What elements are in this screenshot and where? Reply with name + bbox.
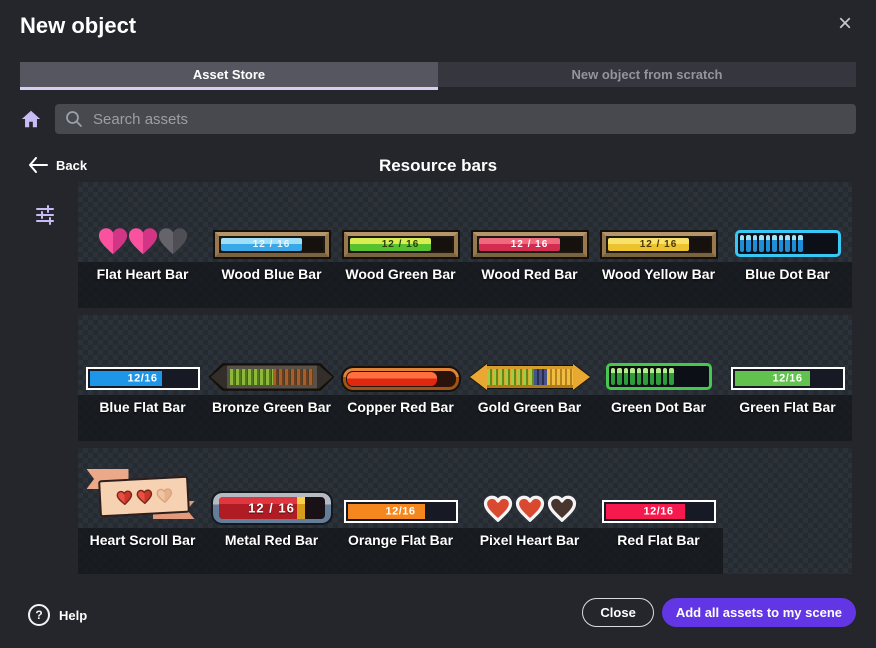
asset-tile-label: Flat Heart Bar <box>78 262 207 308</box>
asset-tile-gold-green-bar[interactable]: Gold Green Bar <box>465 315 594 441</box>
help-label: Help <box>59 608 87 623</box>
asset-tile-label: Heart Scroll Bar <box>78 528 207 574</box>
tab-asset-store[interactable]: Asset Store <box>20 62 438 87</box>
close-icon[interactable]: × <box>838 12 852 36</box>
asset-thumbnail: 12/16 <box>78 315 207 395</box>
asset-thumbnail: 12 / 16 <box>207 182 336 262</box>
asset-thumbnail <box>465 448 594 528</box>
asset-tile-label: Metal Red Bar <box>207 528 336 574</box>
back-label: Back <box>56 158 87 173</box>
asset-tile-label: Wood Red Bar <box>465 262 594 308</box>
asset-tile-label: Gold Green Bar <box>465 395 594 441</box>
asset-tile-orange-flat-bar[interactable]: 12/16Orange Flat Bar <box>336 448 465 574</box>
asset-tile-label: Wood Blue Bar <box>207 262 336 308</box>
asset-thumbnail: 12 / 16 <box>594 182 723 262</box>
filter-tune-icon <box>33 203 57 227</box>
asset-thumbnail <box>78 448 207 528</box>
asset-thumbnail: 12 / 16 <box>465 182 594 262</box>
back-arrow-icon <box>28 157 48 173</box>
footer-buttons: Close Add all assets to my scene <box>582 598 856 627</box>
asset-tile-heart-scroll-bar[interactable]: Heart Scroll Bar <box>78 448 207 574</box>
search-input[interactable] <box>55 111 856 128</box>
asset-tile-wood-red-bar[interactable]: 12 / 16Wood Red Bar <box>465 182 594 308</box>
asset-tile-label: Red Flat Bar <box>594 528 723 574</box>
asset-tile-wood-green-bar[interactable]: 12 / 16Wood Green Bar <box>336 182 465 308</box>
back-button[interactable]: Back <box>28 157 87 173</box>
help-button[interactable]: ? Help <box>28 604 87 626</box>
home-icon <box>20 108 42 130</box>
dialog-title: New object <box>20 13 136 39</box>
new-object-dialog: New object × Asset Store New object from… <box>0 0 876 648</box>
asset-thumbnail <box>78 182 207 262</box>
asset-tile-label: Copper Red Bar <box>336 395 465 441</box>
help-icon: ? <box>28 604 50 626</box>
asset-thumbnail: 12 / 16 <box>336 182 465 262</box>
asset-tile-pixel-heart-bar[interactable]: Pixel Heart Bar <box>465 448 594 574</box>
asset-tile-label: Green Dot Bar <box>594 395 723 441</box>
asset-tile-label: Green Flat Bar <box>723 395 852 441</box>
asset-grid: Flat Heart Bar12 / 16Wood Blue Bar12 / 1… <box>78 182 852 581</box>
asset-row: Heart Scroll Bar12 / 16Metal Red Bar12/1… <box>78 448 852 574</box>
asset-thumbnail: 12/16 <box>723 315 852 395</box>
asset-thumbnail: 12/16 <box>594 448 723 528</box>
asset-tile-label: Bronze Green Bar <box>207 395 336 441</box>
search-row <box>20 104 856 134</box>
tab-bar: Asset Store New object from scratch <box>20 62 856 87</box>
asset-tile-red-flat-bar[interactable]: 12/16Red Flat Bar <box>594 448 723 574</box>
tab-new-object-from-scratch[interactable]: New object from scratch <box>438 62 856 87</box>
asset-thumbnail <box>465 315 594 395</box>
asset-thumbnail: 12/16 <box>336 448 465 528</box>
category-title: Resource bars <box>0 156 876 176</box>
asset-tile-metal-red-bar[interactable]: 12 / 16Metal Red Bar <box>207 448 336 574</box>
asset-tile-label: Wood Yellow Bar <box>594 262 723 308</box>
asset-tile-label: Wood Green Bar <box>336 262 465 308</box>
asset-tile-flat-heart-bar[interactable]: Flat Heart Bar <box>78 182 207 308</box>
asset-row: Flat Heart Bar12 / 16Wood Blue Bar12 / 1… <box>78 182 852 308</box>
asset-thumbnail <box>594 315 723 395</box>
asset-tile-label: Orange Flat Bar <box>336 528 465 574</box>
close-button[interactable]: Close <box>582 598 653 627</box>
asset-tile-blue-dot-bar[interactable]: Blue Dot Bar <box>723 182 852 308</box>
asset-tile-copper-red-bar[interactable]: Copper Red Bar <box>336 315 465 441</box>
asset-thumbnail <box>336 315 465 395</box>
asset-tile-blue-flat-bar[interactable]: 12/16Blue Flat Bar <box>78 315 207 441</box>
search-icon <box>65 110 83 128</box>
asset-tile-wood-blue-bar[interactable]: 12 / 16Wood Blue Bar <box>207 182 336 308</box>
asset-tile-green-flat-bar[interactable]: 12/16Green Flat Bar <box>723 315 852 441</box>
asset-thumbnail: 12 / 16 <box>207 448 336 528</box>
asset-tile-label: Pixel Heart Bar <box>465 528 594 574</box>
search-box[interactable] <box>55 104 856 134</box>
asset-row: 12/16Blue Flat BarBronze Green BarCopper… <box>78 315 852 441</box>
asset-tile-wood-yellow-bar[interactable]: 12 / 16Wood Yellow Bar <box>594 182 723 308</box>
asset-thumbnail <box>207 315 336 395</box>
home-button[interactable] <box>20 108 42 130</box>
asset-tile-label: Blue Dot Bar <box>723 262 852 308</box>
category-header: Resource bars Back <box>0 155 876 181</box>
add-all-assets-button[interactable]: Add all assets to my scene <box>662 598 856 627</box>
asset-tile-label: Blue Flat Bar <box>78 395 207 441</box>
asset-thumbnail <box>723 182 852 262</box>
asset-tile-green-dot-bar[interactable]: Green Dot Bar <box>594 315 723 441</box>
filter-button[interactable] <box>33 203 57 227</box>
asset-tile-bronze-green-bar[interactable]: Bronze Green Bar <box>207 315 336 441</box>
